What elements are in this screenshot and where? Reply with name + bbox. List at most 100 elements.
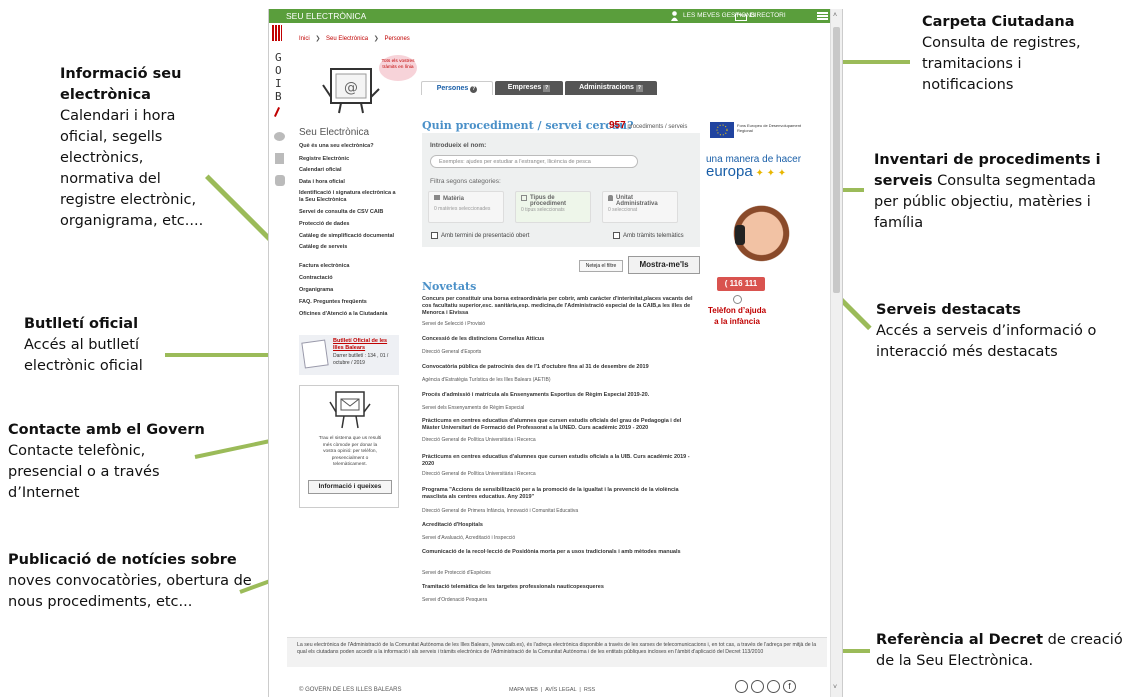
helpline-number-badge[interactable]: ( 116 111 (717, 277, 765, 291)
annotation-decret-title: Referència al Decret (876, 632, 1044, 648)
footer-links[interactable]: MAPA WEB | AVÍS LEGAL | RSS (509, 687, 595, 693)
menu-icon[interactable] (817, 12, 828, 20)
logo-letter: G (275, 51, 282, 64)
annotation-decret: Referència al Decret de creació de la Se… (876, 630, 1126, 672)
sidebar-item[interactable]: Protecció de dades (299, 221, 399, 228)
news-item-title[interactable]: Procés d'admissió i matrícula als Enseny… (422, 392, 694, 399)
sidebar-item[interactable]: Contractació (299, 275, 399, 282)
annotation-noticies: Publicació de notícies sobre noves convo… (8, 550, 258, 613)
category-unitat[interactable]: Unitat Administrativa 0 seleccionat (602, 191, 678, 223)
goib-logo[interactable]: G O I B (269, 23, 289, 148)
show-results-button[interactable]: Mostra-me'ls (628, 256, 700, 274)
boletin-box[interactable]: Butlletí Oficial de les Illes Balears Da… (299, 335, 399, 375)
sidebar-item[interactable]: Catàleg de simplificació documental (299, 233, 399, 240)
footer-text: La seu electrònica de l'Administració de… (297, 642, 817, 655)
news-item-title[interactable]: Comunicació de la recol·lecció de Posidò… (422, 549, 694, 556)
briefcase-icon (434, 195, 440, 200)
contact-box: Trau el sistema que us resulti més còmod… (299, 385, 399, 508)
help-icon: ? (543, 85, 551, 92)
breadcrumb-home[interactable]: Inici (299, 36, 310, 42)
news-item-title[interactable]: Pràcticums en centres educatius d'alumne… (422, 418, 694, 432)
checkbox-deadline-label: Amb termini de presentació obert (441, 233, 530, 240)
news-item-title[interactable]: Acreditació d'Hospitals (422, 522, 694, 529)
scrollbar[interactable]: ˄ ˅ (830, 9, 842, 697)
sidebar-item[interactable]: Oficines d'Atenció a la Ciutadania (299, 311, 399, 318)
annotation-contacte-title: Contacte amb el Govern (8, 422, 205, 438)
annotation-serveis: Serveis destacats Accés a serveis d’info… (876, 300, 1116, 363)
helpline-text[interactable]: Telèfon d’ajuda a la infància (705, 305, 769, 327)
checkbox-deadline[interactable]: Amb termini de presentació obert (431, 232, 529, 239)
sidebar-item[interactable]: Factura electrònica (299, 263, 399, 270)
phone-icon (735, 225, 745, 245)
procedure-count-value: 957 (609, 120, 626, 131)
news-item-title[interactable]: Tramitació telemàtica de les targetes pr… (422, 584, 694, 591)
document-icon[interactable] (275, 153, 284, 164)
sidebar-item[interactable]: Catàleg de serveis (299, 244, 399, 251)
information-complaints-button[interactable]: Informació i queixes (308, 480, 392, 494)
news-item-title[interactable]: Concessió de les distincions Cornelius A… (422, 336, 694, 343)
sidebar-item[interactable]: Servei de consulta de CSV CAIB (299, 209, 399, 216)
eu-text: Fons Europeu de Desenvolupament Regional (737, 123, 802, 133)
procedure-count-label: procediments / serveis (627, 124, 688, 130)
scroll-up-arrow[interactable]: ˄ (833, 12, 837, 19)
edit-icon (521, 195, 527, 201)
news-item-source: Servei d'Avaluació, Acreditació i Inspec… (422, 535, 516, 541)
footer-info: La seu electrònica de l'Administració de… (287, 637, 827, 667)
checkbox-telematic-label: Amb tràmits telemàtics (623, 233, 684, 240)
annotation-serveis-text: Accés a serveis d’informació o interacci… (876, 323, 1097, 360)
news-item-title[interactable]: Programa "Accions de sensibilització per… (422, 487, 694, 501)
filter-label: Filtra segons categories: (430, 178, 501, 185)
facebook-icon[interactable]: f (783, 680, 796, 693)
category-materia-sub: 0 matèries seleccionades (434, 206, 491, 212)
logo-letter: I (275, 77, 282, 90)
youtube-icon[interactable] (735, 680, 748, 693)
annotation-carpeta: Carpeta Ciutadana Consulta de registres,… (922, 12, 1112, 96)
tab-persones[interactable]: Persones ? (421, 81, 493, 95)
twitter-icon[interactable] (767, 680, 780, 693)
checkbox-telematic[interactable]: Amb tràmits telemàtics (613, 232, 684, 239)
boletin-link[interactable]: Butlletí Oficial de les Illes Balears (333, 338, 397, 352)
tab-empreses-label: Empreses (507, 84, 542, 91)
procedure-count: 957 procediments / serveis (609, 120, 687, 131)
sidebar-item[interactable]: Què és una seu electrònica? (299, 143, 399, 150)
breadcrumb-seu[interactable]: Seu Electrònica (326, 36, 368, 42)
online-procedures-bubble: Tots els vostres tràmits en línia (379, 55, 417, 81)
person-icon (608, 195, 613, 201)
tab-empreses[interactable]: Empreses ? (495, 81, 563, 95)
news-item-title[interactable]: Concurs per constituir una borsa extraor… (422, 296, 694, 317)
help-icon: ? (470, 86, 478, 93)
search-input[interactable]: Exemples: ajudes per estudiar a l'estran… (430, 155, 638, 168)
helpline-number: 116 111 (729, 279, 758, 288)
chat-icon[interactable] (274, 132, 285, 141)
site-title: SEU ELECTRÒNICA (286, 11, 367, 21)
clear-filter-button[interactable]: Neteja el filtre (579, 260, 623, 272)
scroll-down-arrow[interactable]: ˅ (833, 684, 837, 691)
tab-administracions[interactable]: Administracions ? (565, 81, 657, 95)
category-unitat-title: Unitat Administrativa (616, 195, 658, 207)
scrollbar-thumb[interactable] (833, 27, 840, 293)
annotation-inventari: Inventari de procediments i serveis Cons… (874, 150, 1124, 234)
news-item-title[interactable]: Convocatòria pública de patrocinis des d… (422, 364, 694, 371)
logo-stripes-icon (272, 25, 282, 41)
boletin-last: Darrer butlletí : 134 , 01 / octubre / 2… (333, 353, 389, 366)
instagram-icon[interactable] (751, 680, 764, 693)
directory-link[interactable]: DIRECTORI (750, 9, 786, 23)
sidebar-item[interactable]: Data i hora oficial (299, 179, 399, 186)
category-materia[interactable]: Matèria 0 matèries seleccionades (428, 191, 504, 223)
news-item-source: Servei d'Ordenació Pesquera (422, 597, 488, 603)
sidebar-item[interactable]: Registre Electrònic (299, 156, 399, 163)
news-item-title[interactable]: Pràcticums en centres educatius d'alumne… (422, 454, 694, 468)
sidebar-item[interactable]: Calendari oficial (299, 167, 399, 174)
accessibility-icon[interactable] (275, 175, 285, 186)
sidebar-item[interactable]: FAQ. Preguntes freqüents (299, 299, 399, 306)
search-panel: Introdueix el nom: Exemples: ajudes per … (422, 133, 700, 247)
sidebar-item[interactable]: Organigrama (299, 287, 399, 294)
boletin-newspaper-icon (301, 339, 329, 369)
contact-mascot-illustration (328, 390, 372, 430)
annotation-butlleti-text: Accés al butlletí electrònic oficial (24, 337, 143, 374)
breadcrumb: Inici ❯ Seu Electrònica ❯ Persones (299, 36, 410, 42)
eu-slogan: una manera de hacer europa ✦ ✦ ✦ (706, 154, 801, 180)
logo-letter: O (275, 64, 282, 77)
category-tipus[interactable]: Tipus de procediment 0 tipus seleccionat… (515, 191, 591, 223)
sidebar-item[interactable]: Identificació i signatura electrònica a … (299, 190, 399, 204)
